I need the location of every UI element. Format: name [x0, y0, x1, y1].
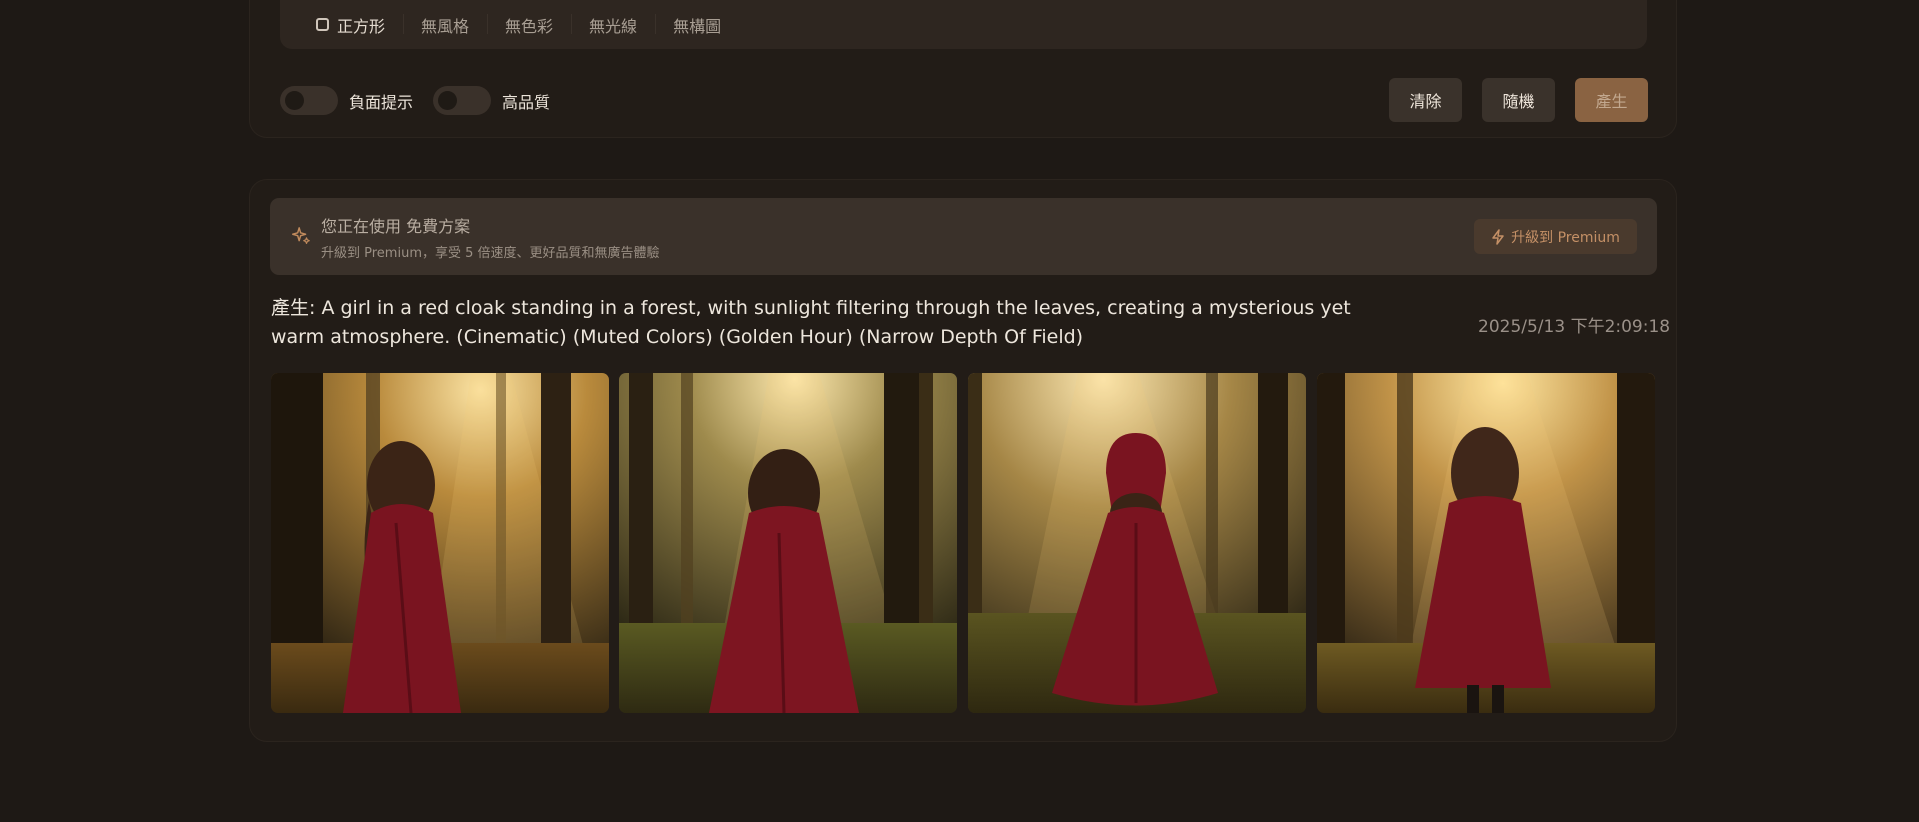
generate-button[interactable]: 產生	[1575, 78, 1648, 122]
style-chip-label: 無構圖	[673, 16, 722, 36]
negative-prompt-label: 負面提示	[349, 92, 414, 112]
toggle-knob	[285, 91, 304, 110]
clear-button[interactable]: 清除	[1389, 78, 1462, 122]
negative-prompt-toggle[interactable]	[280, 86, 338, 115]
generation-timestamp: 2025/5/13 下午2:09:18	[1478, 317, 1671, 337]
toggle-knob	[438, 91, 458, 110]
generated-image-2[interactable]	[619, 373, 957, 713]
option-toggles: 負面提示 高品質	[280, 86, 570, 115]
style-chip-no-lighting[interactable]: 無光線	[571, 0, 655, 49]
high-quality-label: 高品質	[502, 92, 551, 112]
upgrade-premium-button[interactable]: 升級到 Premium	[1474, 219, 1637, 254]
generated-image-3[interactable]	[968, 373, 1306, 713]
plan-banner-title: 您正在使用 免費方案	[321, 217, 471, 236]
random-button[interactable]: 隨機	[1482, 78, 1555, 122]
style-chip-label: 無光線	[589, 16, 638, 36]
sparkle-icon	[292, 227, 310, 245]
lightning-icon	[1492, 228, 1504, 245]
checkbox-icon[interactable]	[316, 18, 329, 31]
high-quality-toggle[interactable]	[433, 86, 492, 115]
style-chip-no-composition[interactable]: 無構圖	[655, 0, 739, 49]
style-chip-no-style[interactable]: 無風格	[403, 0, 487, 49]
style-chip-no-color[interactable]: 無色彩	[487, 0, 571, 49]
plan-banner	[270, 198, 1657, 275]
style-chip-square[interactable]: 正方形	[280, 0, 403, 49]
style-chip-label: 無色彩	[505, 16, 554, 36]
generation-prompt: 產生: A girl in a red cloak standing in a …	[271, 297, 1351, 348]
generated-image-1[interactable]	[271, 373, 609, 713]
style-chip-label: 無風格	[421, 16, 470, 36]
upgrade-premium-label: 升級到 Premium	[1511, 229, 1620, 246]
style-chip-label: 正方形	[337, 16, 386, 36]
style-options-bar: 正方形 無風格 無色彩 無光線 無構圖	[280, 0, 1647, 49]
generated-image-4[interactable]	[1317, 373, 1655, 713]
plan-banner-subtitle: 升級到 Premium，享受 5 倍速度、更好品質和無廣告體驗	[321, 246, 660, 261]
